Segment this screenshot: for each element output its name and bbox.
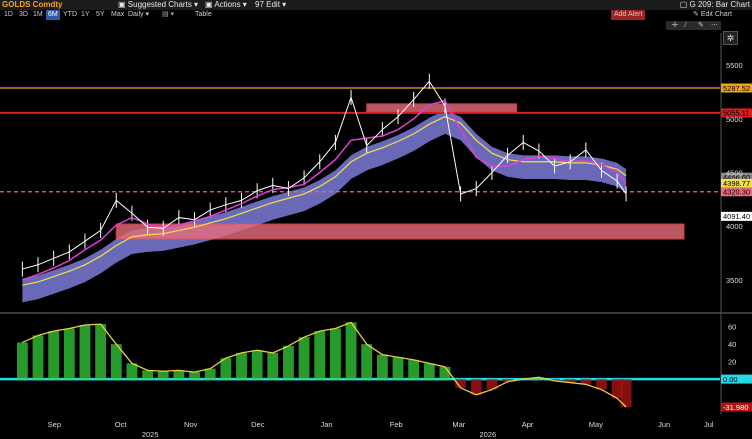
osc-bar: [142, 370, 153, 380]
price-tick: 4000: [726, 222, 743, 231]
support-zone-0: [115, 223, 685, 240]
hline-tag-0: 5287.52: [723, 84, 750, 93]
osc-bar: [267, 352, 279, 380]
osc-bar: [48, 331, 60, 380]
hline-tag-5: 4091.40: [723, 212, 750, 221]
x-tick: Feb: [390, 420, 403, 429]
osc-bar: [314, 331, 326, 380]
x-tick: Apr: [522, 420, 534, 429]
osc-bar: [283, 345, 294, 380]
osc-bar: [95, 324, 107, 380]
x-tick: Jan: [320, 420, 332, 429]
osc-tag-1: -31.980: [723, 403, 748, 412]
osc-bar: [392, 357, 404, 380]
osc-bar: [173, 370, 185, 380]
osc-bar: [236, 352, 247, 380]
osc-bar: [63, 328, 75, 380]
price-tick: 5000: [726, 115, 743, 124]
osc-bar: [79, 324, 91, 380]
x-tick: Dec: [251, 420, 265, 429]
year-label: 2026: [479, 430, 496, 439]
osc-tick: 60: [728, 323, 736, 332]
price-tick: 4500: [726, 169, 743, 178]
osc-bar: [345, 322, 357, 380]
x-tick: Nov: [184, 420, 198, 429]
x-tick: May: [589, 420, 603, 429]
osc-bar: [329, 328, 341, 380]
chart-canvas: 5287.525055.114456.604398.774320.304091.…: [0, 33, 752, 439]
year-label: 2025: [142, 430, 159, 439]
price-panel: [0, 73, 720, 303]
x-tick: Sep: [48, 420, 61, 429]
price-tick: 3500: [726, 276, 743, 285]
osc-bar: [189, 372, 200, 380]
osc-bar: [16, 342, 28, 380]
osc-bar: [251, 350, 263, 380]
osc-bar: [361, 344, 373, 380]
x-tick: Oct: [115, 420, 128, 429]
x-tick: Mar: [452, 420, 465, 429]
osc-bar: [204, 368, 216, 380]
support-zone-1: [366, 103, 518, 113]
osc-tick: 40: [728, 340, 736, 349]
osc-tick: 20: [728, 358, 736, 367]
osc-bar: [298, 337, 310, 380]
price-tick: 5500: [726, 61, 743, 70]
oscillator-panel: [0, 321, 720, 408]
osc-bar: [408, 359, 420, 380]
osc-bar: [376, 354, 388, 380]
osc-tag-0: 0.00: [723, 375, 738, 384]
x-tick: Jul: [704, 420, 714, 429]
osc-bar: [423, 363, 435, 380]
hline-tag-4: 4320.30: [723, 188, 750, 197]
osc-bar: [157, 371, 169, 380]
x-tick: Jun: [658, 420, 670, 429]
osc-bar: [32, 335, 44, 380]
